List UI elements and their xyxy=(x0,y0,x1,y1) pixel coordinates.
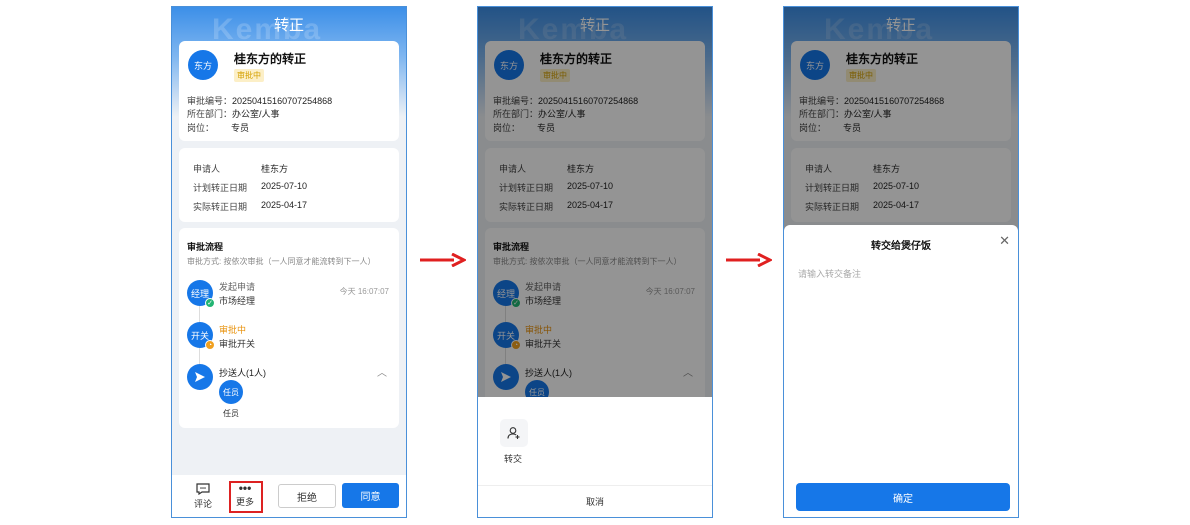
position-label: 岗位： xyxy=(187,123,215,133)
more-dots-icon: ••• xyxy=(238,481,252,495)
step-title: 审批中 xyxy=(219,325,247,335)
flow-arrow-icon xyxy=(420,253,466,267)
dept-row: 所在部门：办公室/人事 xyxy=(187,107,280,120)
check-icon: ✓ xyxy=(205,298,215,308)
step-avatar: 开关 ◔ xyxy=(187,322,215,350)
step-subtitle: 市场经理 xyxy=(219,296,256,306)
detail-value: 2025-04-17 xyxy=(261,200,308,210)
more-actions-sheet: 转交 取消 xyxy=(478,397,712,517)
cc-person-avatar: 任员 xyxy=(219,380,243,404)
detail-row: 实际转正日期 2025-04-17 xyxy=(193,200,307,213)
detail-label: 计划转正日期 xyxy=(193,183,248,193)
detail-label: 实际转正日期 xyxy=(193,202,248,212)
step-avatar-text: 经理 xyxy=(190,288,209,299)
user-add-icon xyxy=(507,427,520,439)
flow-line xyxy=(199,348,200,364)
detail-label: 申请人 xyxy=(193,164,221,174)
flow-line xyxy=(199,306,200,322)
step-avatar: 经理 ✓ xyxy=(187,280,215,308)
step-avatar-text: 开关 xyxy=(190,330,209,341)
chevron-up-icon[interactable]: ︿ xyxy=(377,364,387,379)
confirm-button[interactable]: 确定 xyxy=(796,483,1010,511)
page-title: 转正 xyxy=(273,17,304,34)
comment-icon xyxy=(196,483,210,496)
serial-row: 审批编号：20250415160707254868 xyxy=(187,94,332,107)
applicant-card: 东方 桂东方的转正 审批中 审批编号：20250415160707254868 … xyxy=(179,41,399,141)
dept-value: 办公室/人事 xyxy=(232,109,280,119)
transfer-tile[interactable] xyxy=(500,419,528,447)
step-title: 发起申请 xyxy=(219,282,256,292)
position-value: 专员 xyxy=(231,123,250,133)
phone-screen-transfer-sheet: Kemba 转正 东方 桂东方的转正 审批中 审批编号：202504151607… xyxy=(783,6,1019,518)
comment-label: 评论 xyxy=(194,499,213,509)
cc-title: 抄送人(1人) xyxy=(219,368,266,378)
transfer-sheet: 转交给煲仔饭 ✕ 确定 xyxy=(784,225,1018,517)
dept-label: 所在部门： xyxy=(187,109,233,119)
more-label: 更多 xyxy=(236,497,255,507)
transfer-remark-input[interactable] xyxy=(798,267,1003,447)
serial-label: 审批编号： xyxy=(187,96,233,106)
phone-screen-more-sheet: Kemba 转正 东方 桂东方的转正 审批中 审批编号：202504151607… xyxy=(477,6,713,518)
step-subtitle: 审批开关 xyxy=(219,339,256,349)
detail-value: 桂东方 xyxy=(261,164,289,174)
status-badge: 审批中 xyxy=(234,69,264,82)
comment-button[interactable]: 评论 xyxy=(194,483,212,510)
flow-title: 审批流程 xyxy=(187,242,224,252)
detail-value: 2025-07-10 xyxy=(261,181,308,191)
flow-card: 审批流程 审批方式: 按依次审批（一人同意才能流转到下一人） 经理 ✓ 发起申请 … xyxy=(179,228,399,428)
transfer-label: 转交 xyxy=(504,454,523,464)
step-time: 今天 16:07:07 xyxy=(339,287,389,296)
clock-icon: ◔ xyxy=(205,340,215,350)
cc-person-name: 任员 xyxy=(223,409,239,418)
serial-value: 20250415160707254868 xyxy=(232,96,333,106)
detail-row: 计划转正日期 2025-07-10 xyxy=(193,181,307,194)
cancel-button[interactable]: 取消 xyxy=(478,495,712,508)
position-row: 岗位： 专员 xyxy=(187,121,249,134)
cc-avatar xyxy=(187,364,213,390)
approve-button[interactable]: 同意 xyxy=(342,483,399,508)
sheet-divider xyxy=(478,485,712,486)
send-icon xyxy=(195,372,205,382)
detail-row: 申请人 桂东方 xyxy=(193,162,288,175)
detail-card: 申请人 桂东方 计划转正日期 2025-07-10 实际转正日期 2025-04-17 xyxy=(179,148,399,222)
applicant-title: 桂东方的转正 xyxy=(234,52,307,66)
more-button[interactable]: ••• 更多 xyxy=(236,481,255,508)
reject-button[interactable]: 拒绝 xyxy=(278,484,336,508)
phone-screen-detail: Kemba 转正 东方 桂东方的转正 审批中 审批编号：202504151607… xyxy=(171,6,407,518)
sheet-title: 转交给煲仔饭 xyxy=(871,241,931,252)
close-icon[interactable]: ✕ xyxy=(999,233,1010,249)
applicant-avatar: 东方 xyxy=(188,50,218,80)
bottom-bar: 评论 ••• 更多 拒绝 同意 xyxy=(172,475,406,517)
flow-mode: 审批方式: 按依次审批（一人同意才能流转到下一人） xyxy=(187,257,376,266)
flow-arrow-icon xyxy=(726,253,772,267)
